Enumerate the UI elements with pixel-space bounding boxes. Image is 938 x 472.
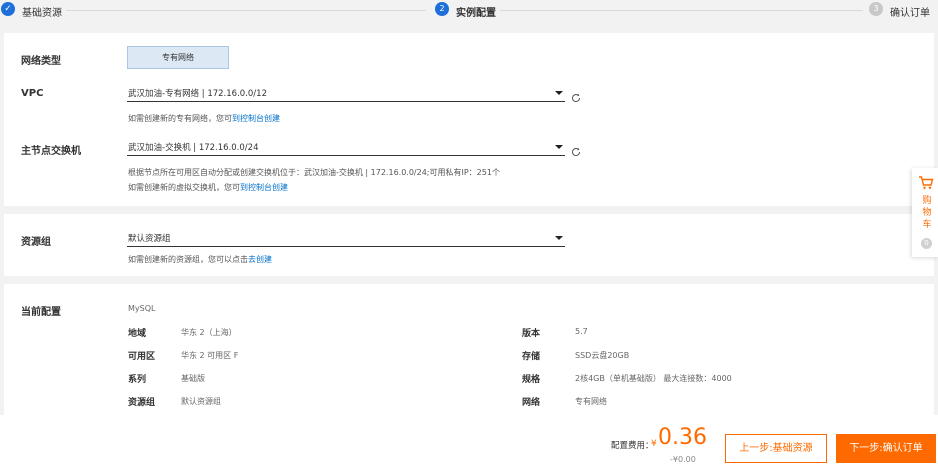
vpc-hint-text: 如需创建新的专有网络，您可 xyxy=(128,114,232,123)
fee-label: 配置费用： xyxy=(611,441,654,451)
step-connector xyxy=(500,10,863,11)
fee-discount: -¥0.00 xyxy=(670,455,696,464)
vswitch-select-value: 武汉加油-交换机 | 172.16.0.0/24 xyxy=(128,143,259,153)
shopping-cart-widget[interactable]: 购物车 0 xyxy=(912,168,938,257)
config-key-zone: 可用区 xyxy=(128,352,156,362)
vpc-select-value: 武汉加油-专有网络 | 172.16.0.0/12 xyxy=(128,89,267,99)
config-value-zone: 华东 2 可用区 F xyxy=(181,351,239,360)
config-key-spec: 规格 xyxy=(522,375,541,385)
resource-group-select-value: 默认资源组 xyxy=(128,234,171,244)
resource-group-label: 资源组 xyxy=(21,237,51,248)
network-type-label: 网络类型 xyxy=(21,56,61,67)
config-value-spec: 2核4GB（单机基础版） 最大连接数：4000 xyxy=(575,374,732,383)
step-number: 2 xyxy=(435,2,449,16)
config-key-storage: 存储 xyxy=(522,352,541,362)
config-value-network: 专有网络 xyxy=(575,397,607,406)
chevron-down-icon xyxy=(555,145,563,149)
current-config-section: 当前配置 MySQL 地域 华东 2（上海） 可用区 华东 2 可用区 F 系列… xyxy=(4,284,934,415)
vpc-select[interactable]: 武汉加油-专有网络 | 172.16.0.0/12 xyxy=(127,85,565,102)
network-section: 网络类型 专有网络 VPC 武汉加油-专有网络 | 172.16.0.0/12 … xyxy=(4,33,934,206)
refresh-icon[interactable] xyxy=(570,92,582,104)
config-key-region: 地域 xyxy=(128,329,147,339)
chevron-down-icon xyxy=(555,236,563,240)
fee-value: 0.36 xyxy=(658,425,707,450)
step-label-basic-resources: 基础资源 xyxy=(22,8,62,19)
engine-value: MySQL xyxy=(128,304,156,313)
step-label-confirm-order: 确认订单 xyxy=(890,8,930,19)
cart-label: 购物车 xyxy=(922,196,932,230)
resource-group-create-link[interactable]: 去创建 xyxy=(248,255,272,264)
network-type-vpc-option[interactable]: 专有网络 xyxy=(127,46,229,69)
vswitch-label: 主节点交换机 xyxy=(21,146,81,157)
fee-currency: ¥ xyxy=(651,439,657,449)
vpc-label: VPC xyxy=(21,88,44,99)
config-value-version: 5.7 xyxy=(575,327,588,336)
resource-group-hint: 如需创建新的资源组，您可以点击去创建 xyxy=(128,254,272,265)
check-icon: ✓ xyxy=(1,2,15,16)
resource-group-hint-text: 如需创建新的资源组，您可以点击 xyxy=(128,255,248,264)
cart-icon xyxy=(919,176,934,189)
vswitch-info: 根据节点所在可用区自动分配或创建交换机位于：武汉加油-交换机 | 172.16.… xyxy=(128,168,500,177)
resource-group-select[interactable]: 默认资源组 xyxy=(127,230,565,247)
vpc-hint: 如需创建新的专有网络，您可到控制台创建 xyxy=(128,113,280,124)
current-config-label: 当前配置 xyxy=(21,307,61,318)
config-value-region: 华东 2（上海） xyxy=(181,328,237,337)
config-value-storage: SSD云盘20GB xyxy=(575,351,630,360)
config-value-series: 基础版 xyxy=(181,374,205,383)
config-key-series: 系列 xyxy=(128,375,147,385)
previous-step-button[interactable]: 上一步:基础资源 xyxy=(725,434,827,463)
order-footer: 配置费用： ¥ 0.36 -¥0.00 上一步:基础资源 下一步:确认订单 xyxy=(0,415,938,472)
cart-count-badge: 0 xyxy=(921,238,932,249)
next-step-button[interactable]: 下一步:确认订单 xyxy=(836,434,936,463)
chevron-down-icon xyxy=(555,91,563,95)
config-key-resource-group: 资源组 xyxy=(128,398,156,408)
vswitch-hint-text: 如需创建新的虚拟交换机，您可 xyxy=(128,183,240,192)
progress-stepper: ✓ 基础资源 2 实例配置 3 确认订单 xyxy=(0,0,938,22)
step-connector xyxy=(66,10,426,11)
vpc-create-link[interactable]: 到控制台创建 xyxy=(232,114,280,123)
vswitch-hint: 如需创建新的虚拟交换机，您可到控制台创建 xyxy=(128,182,288,193)
refresh-icon[interactable] xyxy=(570,146,582,158)
resource-group-section: 资源组 默认资源组 如需创建新的资源组，您可以点击去创建 xyxy=(4,214,934,276)
config-key-version: 版本 xyxy=(522,329,541,339)
vswitch-select[interactable]: 武汉加油-交换机 | 172.16.0.0/24 xyxy=(127,139,565,156)
vswitch-create-link[interactable]: 到控制台创建 xyxy=(240,183,288,192)
step-label-instance-config: 实例配置 xyxy=(456,8,496,19)
step-number: 3 xyxy=(869,2,883,16)
config-value-resource-group: 默认资源组 xyxy=(181,397,221,406)
config-key-network: 网络 xyxy=(522,398,541,408)
